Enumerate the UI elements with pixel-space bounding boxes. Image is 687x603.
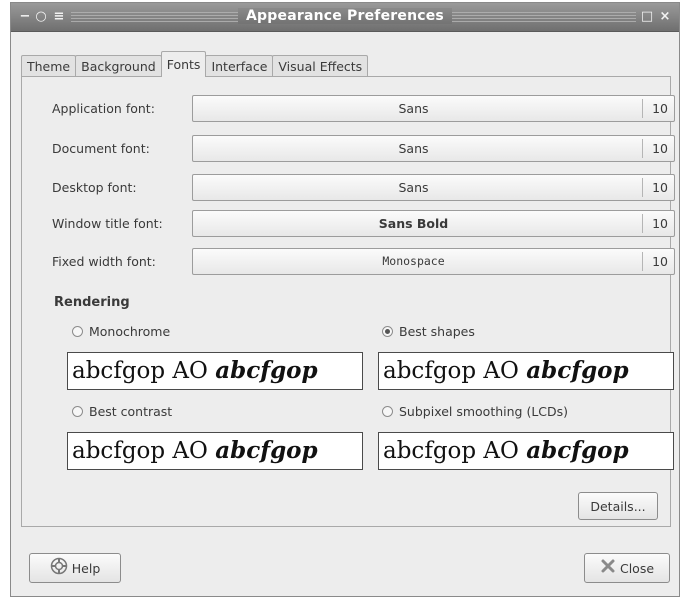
help-lifebuoy-icon xyxy=(50,557,68,579)
subpixel-smoothing-sample-regular: abcfgop AO xyxy=(383,438,527,464)
best-shapes-radio-dot[interactable] xyxy=(382,326,393,337)
window-title: Appearance Preferences xyxy=(11,8,679,24)
document-font-name: Sans xyxy=(398,141,429,156)
best-contrast-radio[interactable]: Best contrast xyxy=(72,404,172,419)
help-button[interactable]: Help xyxy=(29,553,121,583)
monochrome-sample[interactable]: abcfgop AO abcfgop xyxy=(67,352,363,390)
window-title-font-button[interactable]: Sans Bold 10 xyxy=(192,210,675,237)
fixed-width-font-button[interactable]: Monospace 10 xyxy=(192,248,675,275)
desktop-font-label: Desktop font: xyxy=(52,180,137,195)
best-contrast-sample-italic: abcfgop xyxy=(215,437,318,464)
fixed-width-font-label: Fixed width font: xyxy=(52,254,156,269)
fixed-width-font-size: 10 xyxy=(642,252,674,271)
desktop-font-size: 10 xyxy=(642,178,674,197)
tab-background[interactable]: Background xyxy=(75,55,162,77)
best-shapes-sample-italic: abcfgop xyxy=(526,357,629,384)
application-font-name: Sans xyxy=(398,101,429,116)
subpixel-smoothing-radio-dot[interactable] xyxy=(382,406,393,417)
window-title-font-name: Sans Bold xyxy=(378,216,449,231)
best-contrast-sample[interactable]: abcfgop AO abcfgop xyxy=(67,432,363,470)
details-button[interactable]: Details... xyxy=(578,492,658,520)
title-bar[interactable]: − ○ ≡ Appearance Preferences □ × xyxy=(11,3,679,32)
subpixel-smoothing-sample[interactable]: abcfgop AO abcfgop xyxy=(378,432,674,470)
best-shapes-sample-regular: abcfgop AO xyxy=(383,358,527,384)
best-contrast-sample-regular: abcfgop AO xyxy=(72,438,216,464)
close-icon[interactable]: × xyxy=(657,9,673,25)
best-contrast-radio-dot[interactable] xyxy=(72,406,83,417)
application-font-size: 10 xyxy=(642,99,674,118)
fonts-panel: Application font: Sans 10 Document font:… xyxy=(21,76,675,527)
document-font-size: 10 xyxy=(642,139,674,158)
application-font-button[interactable]: Sans 10 xyxy=(192,95,675,122)
best-shapes-radio[interactable]: Best shapes xyxy=(382,324,475,339)
appearance-preferences-window: − ○ ≡ Appearance Preferences □ × Theme B… xyxy=(10,2,680,597)
close-button-label: Close xyxy=(619,560,655,576)
tab-visual-effects[interactable]: Visual Effects xyxy=(272,55,369,77)
best-shapes-radio-label: Best shapes xyxy=(399,324,475,339)
tab-bar: Theme Background Fonts Interface Visual … xyxy=(21,51,369,77)
monochrome-radio-dot[interactable] xyxy=(72,326,83,337)
maximize-icon[interactable]: □ xyxy=(639,9,655,25)
tab-fonts[interactable]: Fonts xyxy=(160,51,207,77)
help-button-label: Help xyxy=(71,560,101,576)
best-shapes-sample[interactable]: abcfgop AO abcfgop xyxy=(378,352,674,390)
monochrome-sample-italic: abcfgop xyxy=(215,357,318,384)
desktop-font-name: Sans xyxy=(398,180,429,195)
monochrome-radio-label: Monochrome xyxy=(89,324,171,339)
window-title-font-label: Window title font: xyxy=(52,216,163,231)
application-font-label: Application font: xyxy=(52,101,155,116)
monochrome-sample-regular: abcfgop AO xyxy=(72,358,216,384)
window-title-text: Appearance Preferences xyxy=(238,8,452,24)
close-x-icon xyxy=(600,558,616,578)
best-contrast-radio-label: Best contrast xyxy=(89,404,173,419)
desktop-font-button[interactable]: Sans 10 xyxy=(192,174,675,201)
document-font-label: Document font: xyxy=(52,141,150,156)
monochrome-radio[interactable]: Monochrome xyxy=(72,324,170,339)
subpixel-smoothing-radio[interactable]: Subpixel smoothing (LCDs) xyxy=(382,404,568,419)
rendering-section-title: Rendering xyxy=(54,295,130,310)
document-font-button[interactable]: Sans 10 xyxy=(192,135,675,162)
window-title-font-size: 10 xyxy=(642,214,674,233)
fixed-width-font-name: Monospace xyxy=(382,254,445,268)
tab-theme[interactable]: Theme xyxy=(21,55,77,77)
tab-interface[interactable]: Interface xyxy=(205,55,274,77)
subpixel-smoothing-sample-italic: abcfgop xyxy=(526,437,629,464)
close-button[interactable]: Close xyxy=(584,553,670,583)
subpixel-smoothing-radio-label: Subpixel smoothing (LCDs) xyxy=(399,404,569,419)
